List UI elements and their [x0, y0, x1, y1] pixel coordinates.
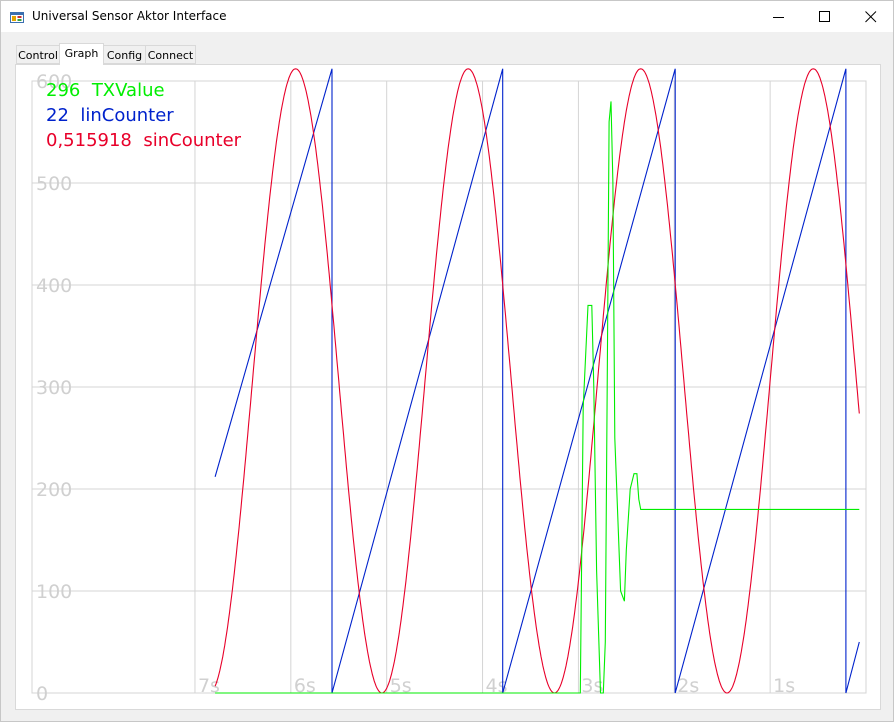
y-tick-label: 500 [36, 173, 72, 195]
window-title: Universal Sensor Aktor Interface [32, 9, 227, 23]
legend-series-name: TXValue [91, 80, 165, 101]
legend-series-name: sinCounter [143, 130, 242, 151]
y-tick-label: 100 [36, 581, 72, 603]
x-tick-label: 6s [294, 675, 316, 697]
legend-sincounter: 0,515918 sinCounter [46, 130, 241, 151]
graph-panel: 0 100 200 300 400 500 600 7s 6s 5s 4s 3s 2s 1s 296 TX… [15, 64, 881, 710]
x-tick-label: 2s [677, 675, 699, 697]
tab-config[interactable]: Config [103, 45, 146, 64]
app-icon [10, 9, 24, 23]
legend-value: 296 [46, 80, 81, 101]
y-tick-label: 300 [36, 377, 72, 399]
series-line-sincounter [214, 68, 860, 694]
tab-control[interactable]: Control [16, 45, 60, 64]
series-line-lincounter [214, 68, 860, 694]
graph-chart[interactable]: 01002003004005006007s 6s 5s 4s 3s 2s 1s [16, 65, 880, 709]
y-tick-label: 400 [36, 275, 72, 297]
close-button[interactable] [848, 1, 894, 32]
x-tick-label: 1s [773, 675, 795, 697]
maximize-icon [819, 11, 830, 22]
x-tick-label: 5s [390, 675, 412, 697]
legend-lincounter: 22 linCounter [46, 105, 174, 126]
series-line-txvalue [215, 101, 860, 694]
y-tick-label: 200 [36, 479, 72, 501]
legend-value: 22 [46, 105, 69, 126]
title-bar[interactable]: Universal Sensor Aktor Interface [1, 1, 893, 32]
y-tick-label: 0 [36, 683, 48, 705]
app-window: Universal Sensor Aktor Interface Control… [0, 0, 894, 722]
minimize-button[interactable] [756, 1, 802, 32]
legend-series-name: linCounter [80, 105, 174, 126]
x-tick-label: 7s [198, 675, 220, 697]
legend-txvalue: 296 TXValue [46, 80, 165, 101]
maximize-button[interactable] [802, 1, 848, 32]
close-icon [865, 11, 877, 23]
tab-connect[interactable]: Connect [145, 45, 196, 64]
tab-graph[interactable]: Graph [59, 43, 104, 65]
legend-value: 0,515918 [46, 130, 132, 151]
minimize-icon [773, 17, 784, 18]
